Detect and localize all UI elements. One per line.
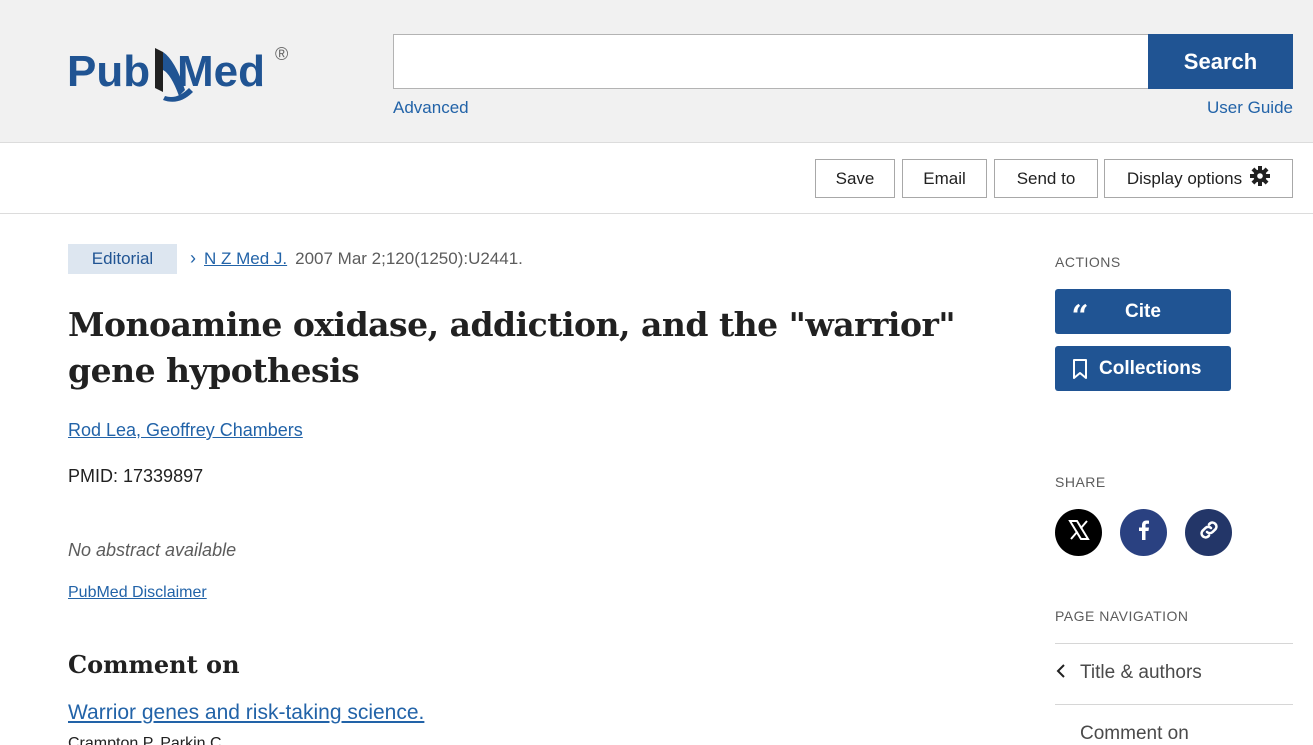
share-facebook-button[interactable] — [1120, 509, 1167, 556]
collections-button[interactable]: Collections — [1055, 346, 1231, 391]
advanced-search-link[interactable]: Advanced — [393, 98, 469, 118]
pmid-value: 17339897 — [123, 466, 204, 486]
bookmark-icon — [1071, 358, 1089, 379]
quote-icon: “ — [1071, 298, 1089, 334]
nav-item-label: Comment on — [1080, 723, 1189, 744]
pmid-label: PMID: — [68, 466, 124, 486]
journal-link[interactable]: N Z Med J. — [204, 249, 287, 269]
divider — [1055, 643, 1293, 644]
pmid: PMID: 17339897 — [68, 466, 203, 487]
citation-details: 2007 Mar 2;120(1250):U2441. — [295, 248, 523, 268]
actions-heading: ACTIONS — [1055, 254, 1121, 270]
pubmed-logo[interactable]: Pub Med ® — [67, 30, 297, 106]
user-guide-link[interactable]: User Guide — [1207, 98, 1293, 118]
cite-button[interactable]: “ Cite — [1055, 289, 1231, 334]
search-button[interactable]: Search — [1148, 34, 1293, 89]
comment-article-link[interactable]: Warrior genes and risk-taking science. — [68, 701, 424, 725]
copy-link-button[interactable] — [1185, 509, 1232, 556]
site-header: Pub Med ® Search Advanced User Guide — [0, 0, 1313, 143]
authors-list[interactable]: Rod Lea, Geoffrey Chambers — [68, 420, 303, 441]
email-button[interactable]: Email — [902, 159, 987, 198]
svg-text:®: ® — [275, 44, 288, 64]
send-to-label: Send to — [1016, 168, 1076, 188]
chevron-right-icon: › — [190, 248, 196, 268]
share-heading: SHARE — [1055, 474, 1106, 490]
x-logo-icon — [1067, 518, 1091, 547]
chevron-left-icon — [1055, 663, 1080, 684]
save-button[interactable]: Save — [815, 159, 895, 198]
nav-item-comment-on[interactable]: Comment on — [1080, 723, 1189, 745]
save-label: Save — [835, 168, 875, 188]
nav-item-label: Title & authors — [1080, 662, 1202, 683]
search-input[interactable] — [393, 34, 1149, 89]
share-x-button[interactable] — [1055, 509, 1102, 556]
divider — [1055, 704, 1293, 705]
svg-text:Med: Med — [177, 47, 265, 96]
article-title: Monoamine oxidase, addiction, and the "w… — [68, 305, 956, 390]
facebook-icon — [1132, 518, 1156, 547]
display-options-label: Display options — [1126, 168, 1243, 188]
publication-type-badge: Editorial — [68, 244, 177, 274]
svg-text:Pub: Pub — [67, 47, 150, 96]
page-navigation-heading: PAGE NAVIGATION — [1055, 608, 1189, 624]
article-toolbar: Save Email Send to Display options — [0, 144, 1313, 214]
gear-icon — [1250, 166, 1271, 191]
collections-label: Collections — [1099, 357, 1202, 379]
journal-citation: › N Z Med J. 2007 Mar 2;120(1250):U2441. — [190, 248, 523, 269]
send-to-button[interactable]: Send to — [994, 159, 1098, 198]
cite-label: Cite — [1125, 300, 1161, 322]
nav-item-title-authors[interactable]: Title & authors — [1055, 662, 1202, 684]
link-icon — [1197, 518, 1221, 547]
comment-authors: Crampton P, Parkin C. — [68, 735, 226, 745]
pubmed-disclaimer-link[interactable]: PubMed Disclaimer — [68, 584, 207, 602]
no-abstract-note: No abstract available — [68, 540, 237, 560]
comment-on-heading: Comment on — [68, 650, 240, 679]
email-label: Email — [923, 168, 966, 188]
display-options-button[interactable]: Display options — [1104, 159, 1293, 198]
